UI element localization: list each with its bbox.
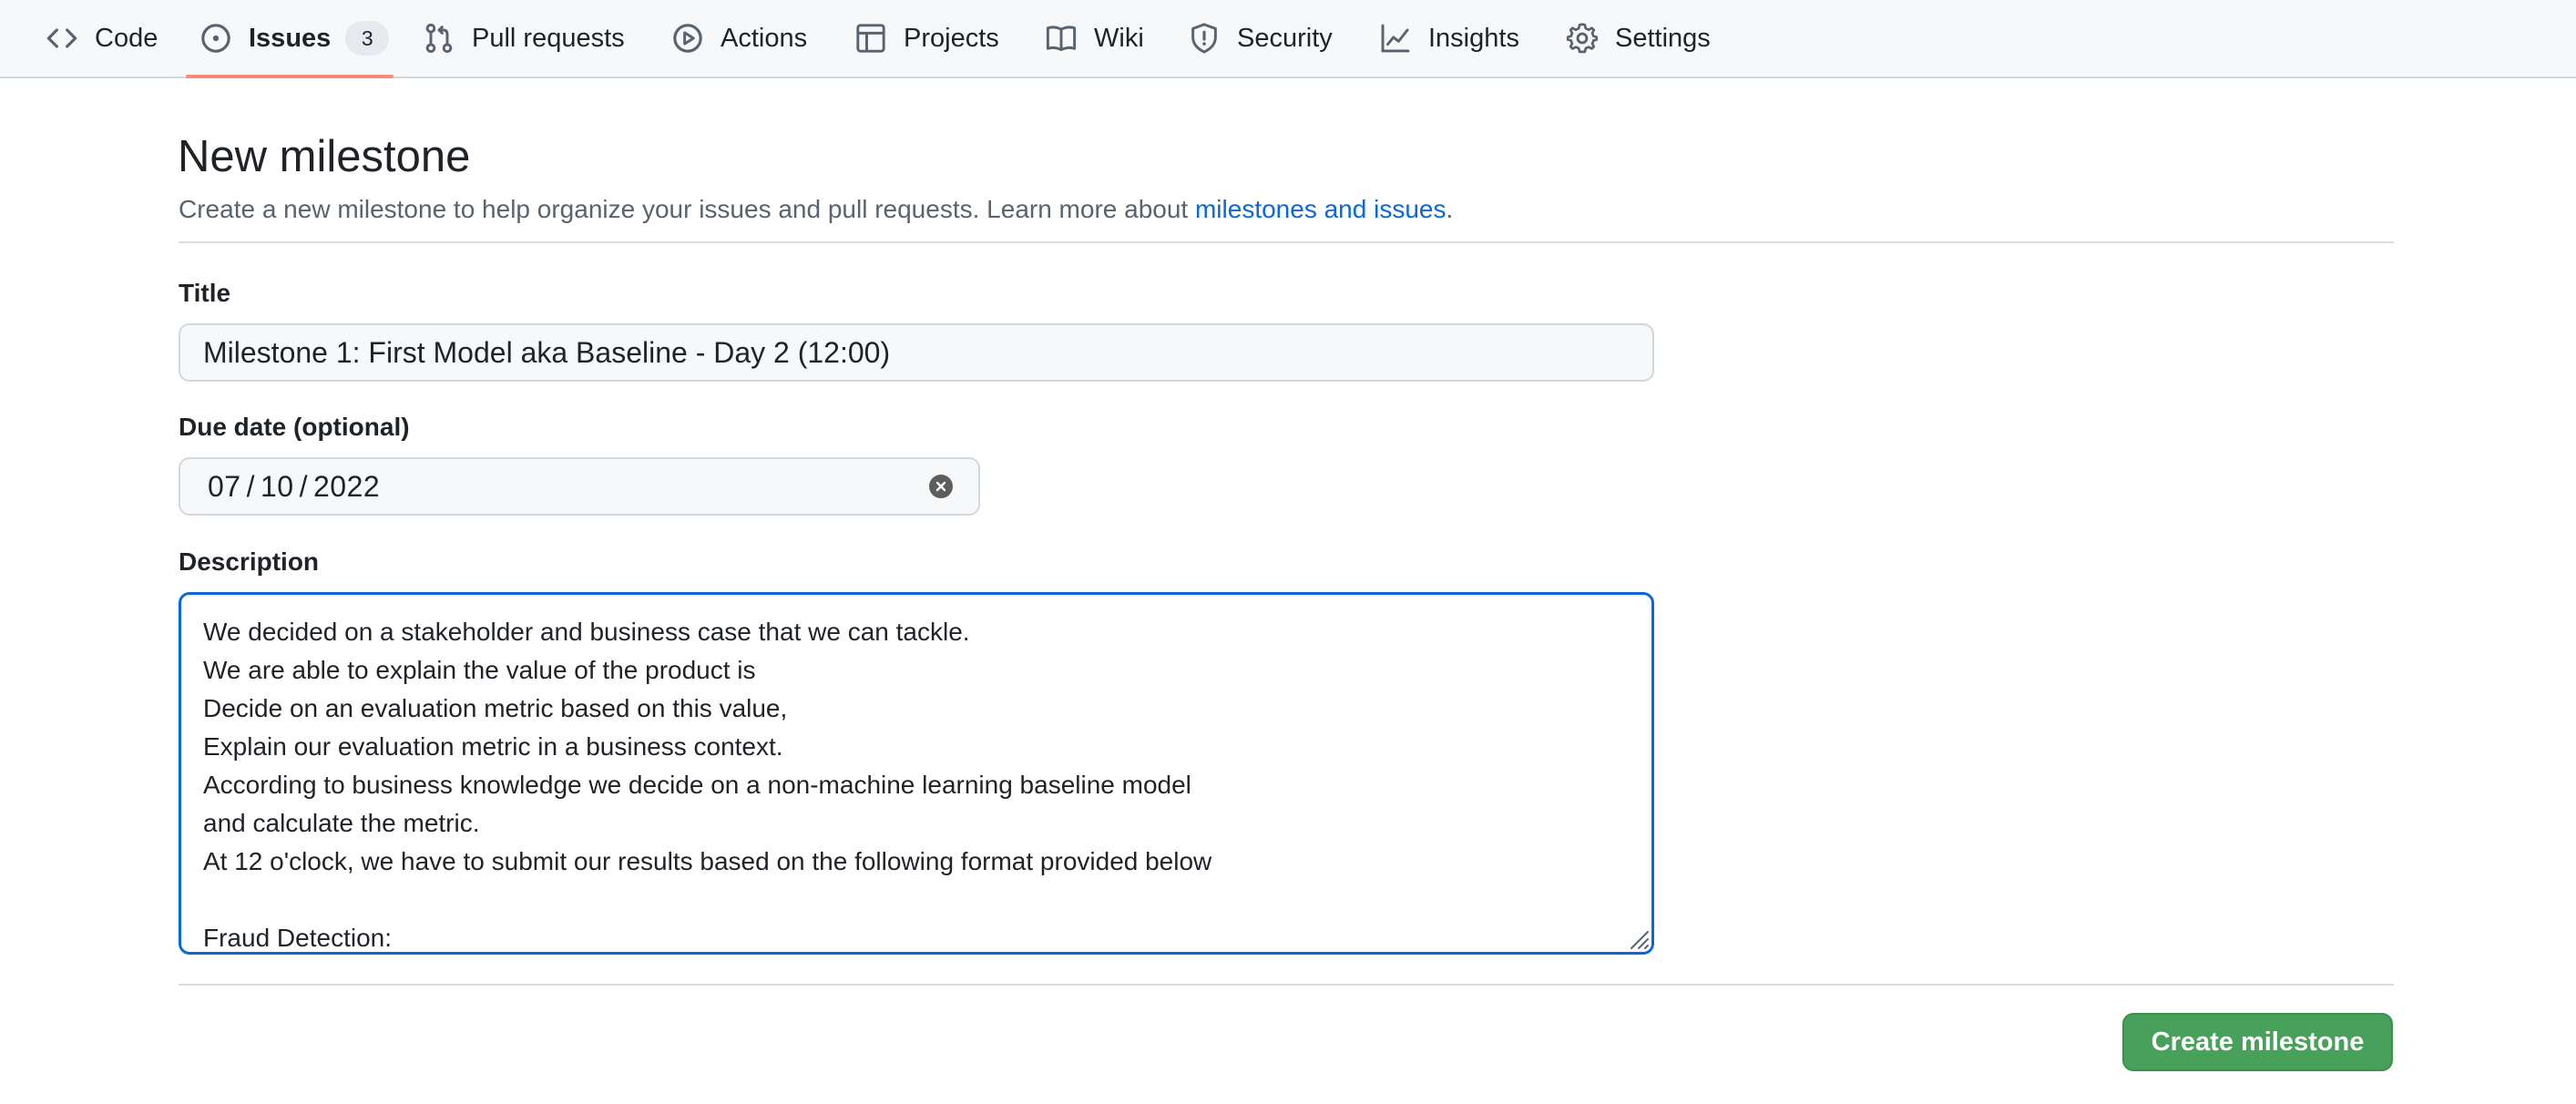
tab-security[interactable]: Security: [1188, 0, 1333, 77]
page-title: New milestone: [178, 132, 471, 181]
description-line: and calculate the metric.: [203, 809, 480, 837]
play-icon: [671, 22, 704, 55]
subtitle-end: .: [1446, 195, 1454, 223]
repo-nav: Code Issues 3 Pull requests Actions Proj…: [0, 0, 2576, 78]
tab-label: Actions: [721, 23, 808, 53]
description-label: Description: [179, 547, 320, 576]
tab-label: Projects: [904, 23, 999, 53]
gear-icon: [1566, 22, 1599, 55]
header-divider: [179, 241, 2394, 243]
selected-tab-indicator: [186, 75, 394, 78]
due-date-label: Due date (optional): [179, 413, 410, 441]
tab-code[interactable]: Code: [46, 0, 158, 77]
title-label: Title: [179, 279, 231, 307]
due-date-year[interactable]: 2022: [313, 470, 380, 504]
page-subtitle: Create a new milestone to help organize …: [179, 193, 1453, 226]
description-line: At 12 o'clock, we have to submit our res…: [203, 847, 1212, 875]
description-textarea[interactable]: We decided on a stakeholder and business…: [179, 592, 1654, 955]
form-divider: [179, 984, 2394, 986]
milestones-and-issues-link[interactable]: milestones and issues: [1195, 195, 1446, 223]
description-line: Decide on an evaluation metric based on …: [203, 694, 788, 722]
description-line: We are able to explain the value of the …: [203, 656, 756, 684]
tab-projects[interactable]: Projects: [854, 0, 999, 77]
due-date-day[interactable]: 10: [261, 470, 294, 504]
description-line: We decided on a stakeholder and business…: [203, 618, 970, 646]
title-input[interactable]: Milestone 1: First Model aka Baseline - …: [179, 323, 1654, 382]
shield-icon: [1188, 22, 1221, 55]
tab-label: Wiki: [1094, 23, 1144, 53]
graph-icon: [1379, 22, 1412, 55]
resize-handle-icon[interactable]: [1626, 926, 1650, 950]
tab-label: Insights: [1428, 23, 1519, 53]
date-separator: /: [246, 469, 255, 503]
due-date-month[interactable]: 07: [208, 470, 241, 504]
title-input-value: Milestone 1: First Model aka Baseline - …: [203, 335, 891, 369]
code-icon: [46, 22, 78, 55]
table-icon: [854, 22, 887, 55]
tab-label: Settings: [1615, 23, 1711, 53]
create-milestone-button[interactable]: Create milestone: [2122, 1013, 2393, 1071]
book-icon: [1045, 22, 1078, 55]
description-line: Fraud Detection:: [203, 924, 392, 952]
due-date-input[interactable]: 07 / 10 / 2022: [179, 457, 980, 516]
description-line: Explain our evaluation metric in a busin…: [203, 732, 783, 761]
tab-actions[interactable]: Actions: [671, 0, 807, 77]
tab-insights[interactable]: Insights: [1379, 0, 1519, 77]
issue-opened-icon: [199, 22, 232, 55]
description-line: According to business knowledge we decid…: [203, 771, 1191, 799]
tab-pull-requests[interactable]: Pull requests: [423, 0, 625, 77]
git-pull-request-icon: [423, 22, 455, 55]
tab-issues[interactable]: Issues 3: [199, 0, 390, 77]
description-line: [203, 881, 1630, 919]
tab-label: Code: [95, 23, 158, 53]
tab-label: Issues: [249, 23, 332, 53]
tab-wiki[interactable]: Wiki: [1045, 0, 1144, 77]
issues-count-badge: 3: [345, 21, 390, 56]
subtitle-text: Create a new milestone to help organize …: [179, 195, 1195, 223]
tab-label: Pull requests: [472, 23, 625, 53]
date-separator: /: [299, 469, 308, 503]
clear-date-icon[interactable]: [929, 475, 953, 498]
tab-settings[interactable]: Settings: [1566, 0, 1711, 77]
tab-label: Security: [1237, 23, 1333, 53]
